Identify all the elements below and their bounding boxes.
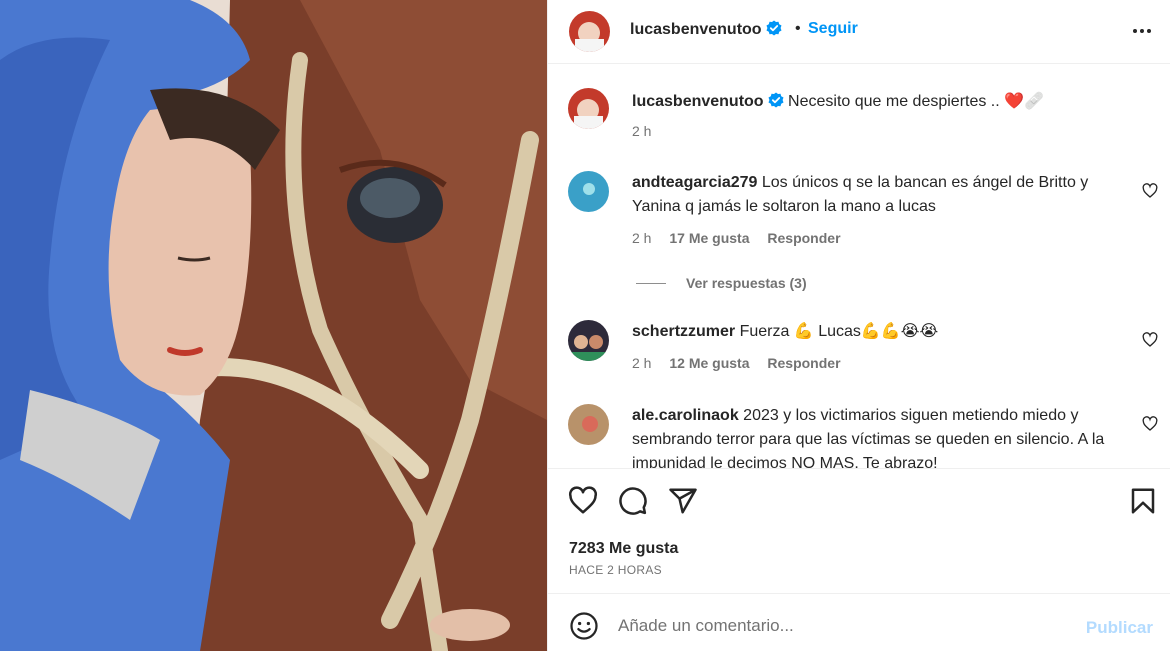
heart-icon[interactable] [568,486,598,516]
comment-body: andteagarcia279 Los únicos q se la banca… [632,171,1132,219]
post-header: lucasbenvenutoo • Seguir [548,0,1170,64]
header-separator: • [795,20,801,37]
more-options-icon[interactable] [1131,20,1153,42]
caption-author-avatar-image [568,88,609,129]
caption-time[interactable]: 2 h [632,123,651,139]
post-photo[interactable] [0,0,547,651]
verified-badge-icon [766,20,782,36]
author-username-text[interactable]: lucasbenvenutoo [630,21,762,38]
post-likes-count[interactable]: 7283 Me gusta [569,540,678,558]
commenter-avatar-image [568,320,609,361]
emoji-icon[interactable] [569,611,599,641]
follow-button[interactable]: Seguir [808,20,858,38]
comment-meta: 2 h 12 Me gusta Responder [632,355,855,371]
comment-text: Fuerza 💪 Lucas💪💪😭😭 [739,323,939,340]
post-timestamp[interactable]: HACE 2 HORAS [569,563,662,577]
comment-time[interactable]: 2 h [632,230,651,246]
comment-body: schertzzumer Fuerza 💪 Lucas💪💪😭😭 [632,320,1132,344]
replies-divider [636,283,666,284]
commenter-avatar[interactable] [568,171,609,212]
commenter-avatar[interactable] [568,404,609,445]
caption-meta: 2 h [632,123,665,139]
comment-likes[interactable]: 17 Me gusta [669,230,749,246]
commenter-avatar-image [568,171,609,212]
post-actions: 7283 Me gusta HACE 2 HORAS [548,468,1170,592]
post-photo-illustration [0,0,547,651]
comment-composer: Publicar [548,593,1170,651]
author-avatar-image [569,11,610,52]
comment-input[interactable] [618,612,1068,640]
caption-emojis: ❤️🩹 [1004,93,1044,110]
post-side-panel: lucasbenvenutoo • Seguir lucasbenvenutoo… [547,0,1170,651]
comment-username[interactable]: andteagarcia279 [632,174,757,191]
author-avatar[interactable] [569,11,610,52]
comment-body: ale.carolinaok 2023 y los victimarios si… [632,404,1132,468]
comment-time[interactable]: 2 h [632,355,651,371]
comment-likes[interactable]: 12 Me gusta [669,355,749,371]
bookmark-icon[interactable] [1128,486,1158,516]
comment-username[interactable]: ale.carolinaok [632,407,739,424]
caption-text: Necesito que me despiertes .. [788,93,1000,110]
comment-reply-button[interactable]: Responder [767,230,840,246]
comment-meta: 2 h 17 Me gusta Responder [632,230,855,246]
commenter-avatar[interactable] [568,320,609,361]
paper-plane-icon[interactable] [668,486,698,516]
comment-like-heart-icon[interactable] [1142,416,1158,432]
view-replies-label[interactable]: Ver respuestas (3) [686,275,807,291]
caption-body: lucasbenvenutoo Necesito que me despiert… [632,90,1132,114]
view-replies-button[interactable]: Ver respuestas (3) [636,275,807,291]
comment-icon[interactable] [618,486,648,516]
commenter-avatar-image [568,404,609,445]
comment-reply-button[interactable]: Responder [767,355,840,371]
verified-badge-icon [768,92,784,108]
caption-author-avatar[interactable] [568,88,609,129]
caption-username[interactable]: lucasbenvenutoo [632,93,764,110]
comment-like-heart-icon[interactable] [1142,332,1158,348]
comments-list[interactable]: lucasbenvenutoo Necesito que me despiert… [548,65,1170,468]
comment-username[interactable]: schertzzumer [632,323,735,340]
comment-like-heart-icon[interactable] [1142,183,1158,199]
author-username[interactable]: lucasbenvenutoo [630,20,782,39]
publish-button[interactable]: Publicar [1086,618,1153,638]
